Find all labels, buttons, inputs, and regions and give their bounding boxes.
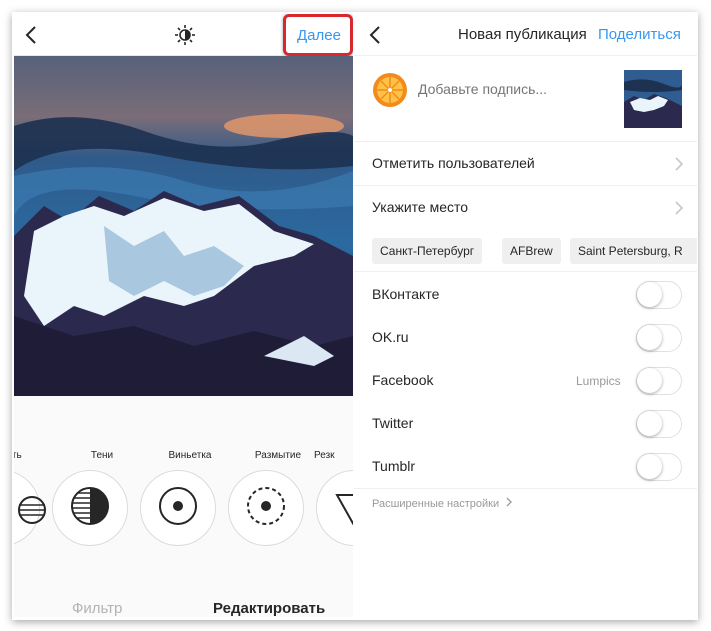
network-label: Facebook: [372, 372, 434, 388]
shadows-icon: [70, 486, 110, 531]
divider: [354, 488, 697, 489]
back-arrow-icon[interactable]: [24, 25, 40, 45]
caption-input[interactable]: [418, 78, 608, 100]
structure-icon: [17, 495, 47, 530]
toggle-knob: [637, 282, 662, 307]
toggle-knob: [637, 411, 662, 436]
network-row-ok: OK.ru: [354, 316, 697, 359]
network-label: Tumblr: [372, 458, 416, 474]
facebook-account: Lumpics: [576, 374, 621, 388]
location-chip[interactable]: AFBrew: [502, 238, 561, 264]
brightness-icon[interactable]: [174, 24, 196, 46]
network-label: Twitter: [372, 415, 414, 431]
chevron-right-icon: [506, 497, 513, 510]
tab-filter[interactable]: Фильтр: [72, 600, 122, 617]
tag-people-label: Отметить пользователей: [372, 155, 535, 171]
edit-panel: Далее ть Тени Виньетка Размытие Резк Фил…: [14, 14, 353, 617]
tag-people-row[interactable]: Отметить пользователей: [354, 142, 697, 186]
chevron-right-icon: [675, 201, 684, 215]
network-row-tumblr: Tumblr: [354, 445, 697, 488]
advanced-settings-link[interactable]: Расширенные настройки: [372, 497, 513, 510]
network-label: OK.ru: [372, 329, 409, 345]
photo-preview: [14, 56, 353, 396]
advanced-settings-label: Расширенные настройки: [372, 498, 500, 510]
blur-icon: [246, 486, 286, 531]
share-vk-toggle[interactable]: [636, 281, 682, 309]
tool-blur-button[interactable]: [228, 470, 304, 546]
share-ok-toggle[interactable]: [636, 324, 682, 352]
network-label: ВКонтакте: [372, 286, 440, 302]
vignette-icon: [158, 486, 198, 531]
chevron-right-icon: [675, 157, 684, 171]
tool-label-structure: ить: [14, 450, 22, 461]
share-tumblr-toggle[interactable]: [636, 453, 682, 481]
location-suggestions: Санкт-Петербург AFBrew Saint Petersburg,…: [354, 230, 697, 272]
tool-label-vignette: Виньетка: [168, 450, 212, 461]
page-title: Новая публикация: [458, 26, 587, 43]
tool-label-sharpen: Резк: [314, 450, 335, 461]
share-twitter-toggle[interactable]: [636, 410, 682, 438]
tool-vignette-button[interactable]: [140, 470, 216, 546]
edit-topbar: Далее: [14, 14, 353, 56]
post-topbar: Новая публикация Поделиться: [354, 14, 697, 56]
network-row-twitter: Twitter: [354, 402, 697, 445]
toggle-knob: [637, 325, 662, 350]
share-facebook-toggle[interactable]: [636, 367, 682, 395]
location-chip[interactable]: Санкт-Петербург: [372, 238, 483, 264]
location-chip[interactable]: Saint Petersburg, R: [570, 238, 697, 264]
share-button[interactable]: Поделиться: [598, 26, 681, 43]
tool-shadows-button[interactable]: [52, 470, 128, 546]
back-arrow-icon[interactable]: [368, 25, 384, 45]
toggle-knob: [637, 368, 662, 393]
tool-sharpen-button[interactable]: [316, 470, 353, 546]
next-button[interactable]: Далее: [284, 16, 353, 54]
tab-edit[interactable]: Редактировать: [213, 600, 325, 617]
network-row-facebook: Facebook Lumpics: [354, 359, 697, 402]
avatar: [372, 72, 408, 108]
add-location-row[interactable]: Укажите место: [354, 186, 697, 230]
sharpen-icon: [335, 491, 353, 536]
tool-structure-button[interactable]: [14, 470, 46, 546]
tool-label-blur: Размытие: [254, 450, 302, 461]
photo-thumbnail[interactable]: [624, 70, 682, 128]
caption-row: [354, 56, 697, 142]
toggle-knob: [637, 454, 662, 479]
new-post-panel: Новая публикация Поделиться Добавьте под…: [354, 14, 697, 617]
tool-label-shadows: Тени: [90, 450, 114, 461]
add-location-label: Укажите место: [372, 199, 469, 215]
network-row-vk: ВКонтакте: [354, 273, 697, 316]
